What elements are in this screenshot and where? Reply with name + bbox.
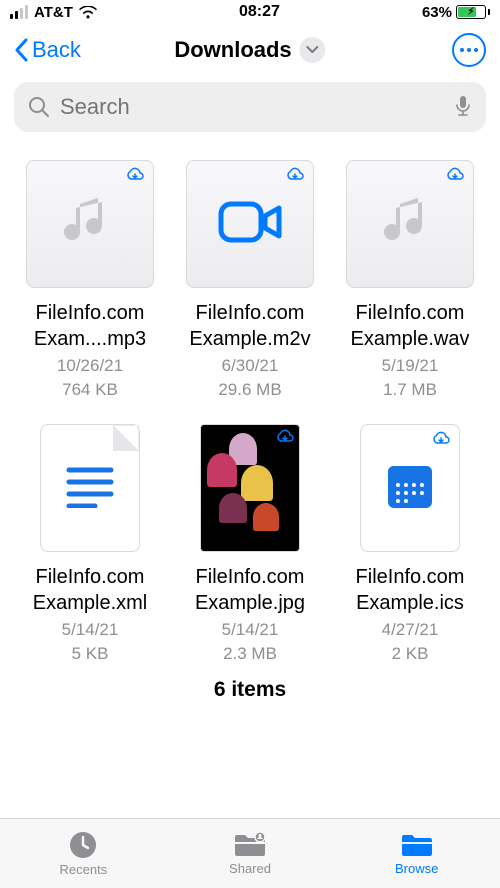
nav-bar: Back Downloads [0,24,500,76]
cloud-download-icon [275,429,295,445]
music-icon [58,190,122,259]
document-lines-icon [65,464,115,513]
battery-percent: 63% [422,4,452,21]
battery-icon: ⚡︎ [456,5,490,19]
cloud-download-icon [285,167,305,183]
cloud-download-icon [125,167,145,183]
status-bar: AT&T 08:27 63% ⚡︎ [0,0,500,24]
back-label: Back [32,37,81,63]
tab-browse[interactable]: Browse [333,819,500,888]
file-item-m2v[interactable]: FileInfo.comExample.m2v 6/30/21 29.6 MB [180,160,320,400]
file-item-jpg[interactable]: FileInfo.comExample.jpg 5/14/21 2.3 MB [180,424,320,664]
files-grid: FileInfo.comExam....mp3 10/26/21 764 KB … [0,146,500,672]
file-item-ics[interactable]: FileInfo.comExample.ics 4/27/21 2 KB [340,424,480,664]
clock: 08:27 [239,3,280,21]
music-icon [378,190,442,259]
wifi-icon [79,6,97,19]
more-button[interactable] [452,33,486,67]
cell-signal-icon [10,5,28,19]
page-title: Downloads [174,37,291,63]
cloud-download-icon [431,431,451,447]
carrier-label: AT&T [34,4,73,21]
file-item-mp3[interactable]: FileInfo.comExam....mp3 10/26/21 764 KB [20,160,160,400]
tab-bar: Recents Shared Browse [0,818,500,888]
back-button[interactable]: Back [14,37,81,63]
page-fold-icon [113,425,139,451]
tab-shared[interactable]: Shared [167,819,334,888]
file-item-wav[interactable]: FileInfo.comExample.wav 5/19/21 1.7 MB [340,160,480,400]
title-dropdown-button[interactable] [300,37,326,63]
item-count: 6 items [0,672,500,706]
search-icon [28,96,50,118]
folder-icon [400,831,434,859]
cloud-download-icon [445,167,465,183]
photo-thumbnail [200,424,300,552]
microphone-icon[interactable] [454,95,472,119]
search-input[interactable] [60,94,444,120]
tab-recents[interactable]: Recents [0,819,167,888]
clock-icon [68,830,98,860]
search-field[interactable] [14,82,486,132]
file-item-xml[interactable]: FileInfo.comExample.xml 5/14/21 5 KB [20,424,160,664]
shared-folder-icon [233,831,267,859]
video-icon [217,198,283,251]
calendar-icon [384,460,436,517]
